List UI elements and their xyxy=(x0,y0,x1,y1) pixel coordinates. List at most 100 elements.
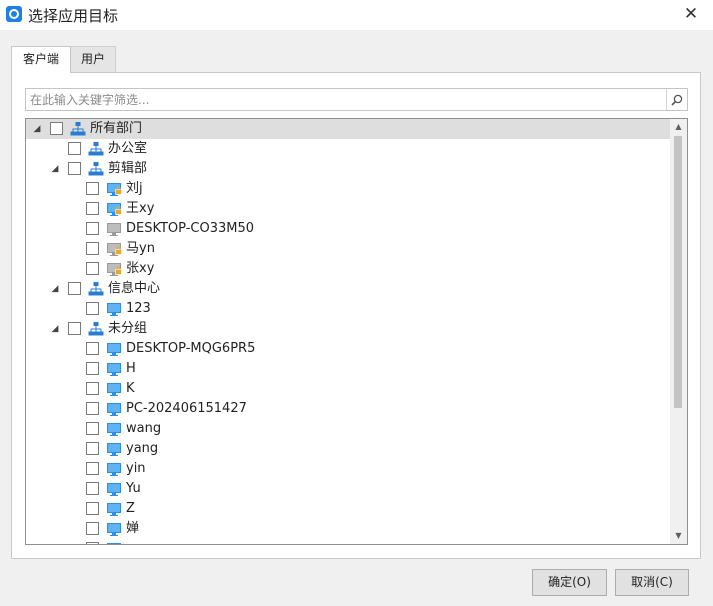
locked-computer-icon xyxy=(106,261,122,277)
vertical-scrollbar[interactable]: ▲ ▼ xyxy=(670,119,687,544)
tree-item-label: 婵 xyxy=(126,521,140,536)
tree-checkbox[interactable] xyxy=(86,362,99,375)
computer-icon xyxy=(106,381,122,397)
tree-device-row[interactable]: 张xy xyxy=(26,259,670,279)
computer-icon xyxy=(106,401,122,417)
computer-icon xyxy=(106,501,122,517)
tree-device-row[interactable]: DESKTOP-MQG6PR5 xyxy=(26,339,670,359)
org-tree-icon xyxy=(70,121,86,137)
tree-item-label: 剪辑部 xyxy=(108,161,148,176)
tree-checkbox[interactable] xyxy=(68,142,81,155)
tree-checkbox[interactable] xyxy=(86,302,99,315)
tree-device-row[interactable]: K xyxy=(26,379,670,399)
tree-device-row[interactable]: 马yn xyxy=(26,239,670,259)
close-button[interactable]: ✕ xyxy=(669,0,713,30)
expand-arrow-icon[interactable]: ◢ xyxy=(50,163,60,175)
computer-icon xyxy=(106,461,122,477)
tree-item-label: 刘j xyxy=(126,181,143,196)
tree-item-label: DESKTOP-MQG6PR5 xyxy=(126,341,256,356)
tree-checkbox[interactable] xyxy=(86,482,99,495)
computer-icon xyxy=(106,541,122,544)
tree-device-row[interactable]: yin xyxy=(26,459,670,479)
tree-checkbox[interactable] xyxy=(86,202,99,215)
tree-checkbox[interactable] xyxy=(86,182,99,195)
tree-group-row[interactable]: ◢ 所有部门 xyxy=(26,119,670,139)
search-box xyxy=(25,88,688,111)
tree-checkbox[interactable] xyxy=(86,502,99,515)
computer-icon xyxy=(106,361,122,377)
tree-item-label: yang xyxy=(126,441,159,456)
device-tree[interactable]: ◢ 所有部门办公室 ◢ 剪辑部刘j 王xy DESKTOP-CO33M50 马yn 张xy ◢ 信… xyxy=(25,118,688,545)
tree-device-row[interactable]: PC-202406151427 xyxy=(26,399,670,419)
tree-checkbox[interactable] xyxy=(68,322,81,335)
tree-item-label: 张xy xyxy=(126,261,155,276)
computer-icon xyxy=(106,421,122,437)
computer-icon xyxy=(106,221,122,237)
tree-item-label: 办公室 xyxy=(108,141,148,156)
locked-computer-icon xyxy=(106,181,122,197)
ok-button[interactable]: 确定(O) xyxy=(532,569,607,596)
tree-device-row[interactable]: Z xyxy=(26,499,670,519)
scroll-up-icon[interactable]: ▲ xyxy=(670,119,687,135)
tab-clients[interactable]: 客户端 xyxy=(11,46,71,73)
computer-icon xyxy=(106,481,122,497)
tree-checkbox[interactable] xyxy=(86,222,99,235)
tree-checkbox[interactable] xyxy=(68,162,81,175)
tree-checkbox[interactable] xyxy=(86,402,99,415)
tree-device-row[interactable]: 王xy xyxy=(26,199,670,219)
computer-icon xyxy=(106,521,122,537)
tree-device-row[interactable]: 刘j xyxy=(26,179,670,199)
expand-arrow-icon[interactable]: ◢ xyxy=(50,323,60,335)
tree-checkbox[interactable] xyxy=(86,422,99,435)
tree-device-row[interactable]: yang xyxy=(26,439,670,459)
tree-group-row[interactable]: ◢ 未分组 xyxy=(26,319,670,339)
tree-device-row[interactable]: DESKTOP-CO33M50 xyxy=(26,219,670,239)
tree-device-row[interactable]: Yu xyxy=(26,479,670,499)
computer-icon xyxy=(106,341,122,357)
tab-users[interactable]: 用户 xyxy=(71,46,116,72)
tree-checkbox[interactable] xyxy=(86,542,99,544)
tree-item-label: 信息中心 xyxy=(108,281,161,296)
search-icon xyxy=(671,94,683,106)
org-tree-icon xyxy=(88,161,104,177)
tree-device-row[interactable] xyxy=(26,539,670,544)
tree-item-label: K xyxy=(126,381,135,396)
locked-computer-icon xyxy=(106,241,122,257)
computer-icon xyxy=(106,441,122,457)
tree-checkbox[interactable] xyxy=(86,342,99,355)
tree-group-row[interactable]: 办公室 xyxy=(26,139,670,159)
clients-panel: ◢ 所有部门办公室 ◢ 剪辑部刘j 王xy DESKTOP-CO33M50 马yn 张xy ◢ 信… xyxy=(11,72,701,559)
window-title: 选择应用目标 xyxy=(28,7,119,25)
tree-checkbox[interactable] xyxy=(86,442,99,455)
scroll-down-icon[interactable]: ▼ xyxy=(670,528,687,544)
cancel-button[interactable]: 取消(C) xyxy=(615,569,689,596)
tree-device-row[interactable]: wang xyxy=(26,419,670,439)
expand-arrow-icon[interactable]: ◢ xyxy=(32,123,42,135)
tree-checkbox[interactable] xyxy=(86,462,99,475)
tree-item-label: H xyxy=(126,361,136,376)
scrollbar-thumb[interactable] xyxy=(674,136,682,408)
expand-arrow-icon[interactable]: ◢ xyxy=(50,283,60,295)
tree-item-label: 所有部门 xyxy=(90,121,143,136)
tree-item-label: wang xyxy=(126,421,162,436)
tree-item-label: Z xyxy=(126,501,135,516)
tree-device-row[interactable]: H xyxy=(26,359,670,379)
tree-checkbox[interactable] xyxy=(86,242,99,255)
tree-item-label: 马yn xyxy=(126,241,155,256)
tree-checkbox[interactable] xyxy=(86,382,99,395)
search-button[interactable] xyxy=(666,89,687,110)
app-logo-icon xyxy=(6,6,22,22)
org-tree-icon xyxy=(88,321,104,337)
tree-checkbox[interactable] xyxy=(86,262,99,275)
tree-checkbox[interactable] xyxy=(50,122,63,135)
tree-checkbox[interactable] xyxy=(68,282,81,295)
tree-item-label: 未分组 xyxy=(108,321,148,336)
tree-item-label: Yu xyxy=(126,481,141,496)
tree-group-row[interactable]: ◢ 信息中心 xyxy=(26,279,670,299)
search-input[interactable] xyxy=(26,89,670,110)
tree-checkbox[interactable] xyxy=(86,522,99,535)
tree-group-row[interactable]: ◢ 剪辑部 xyxy=(26,159,670,179)
tree-device-row[interactable]: 123 xyxy=(26,299,670,319)
tree-item-label: 王xy xyxy=(126,201,155,216)
tree-device-row[interactable]: 婵 xyxy=(26,519,670,539)
